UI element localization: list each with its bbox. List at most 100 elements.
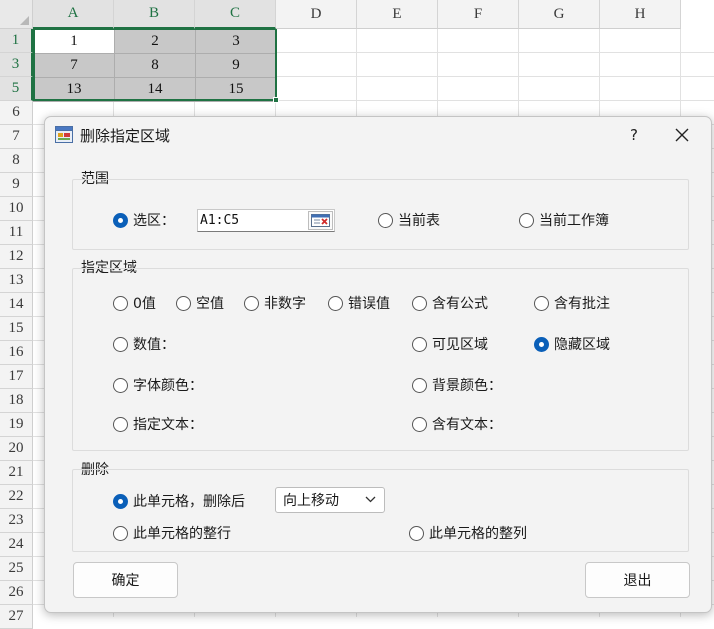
row-header[interactable]: 11 [0, 221, 33, 245]
radio-dot [412, 336, 427, 352]
row-header[interactable]: 26 [0, 581, 33, 605]
close-button[interactable] [659, 119, 705, 151]
radio-empty-value[interactable]: 空值 [176, 293, 224, 313]
column-header[interactable]: F [438, 0, 519, 29]
radio-label: 此单元格，删除后 [133, 494, 245, 510]
row-header[interactable]: 8 [0, 149, 33, 173]
radio-bg-color[interactable]: 背景颜色： [412, 375, 502, 395]
row-header[interactable]: 5 [0, 77, 33, 101]
radio-delete-entire-row[interactable]: 此单元格的整行 [113, 523, 231, 543]
radio-label: 0值 [133, 296, 156, 312]
range-picker-button[interactable] [308, 211, 333, 230]
row-header[interactable]: 24 [0, 533, 33, 557]
cell-a3[interactable]: 7 [33, 53, 115, 78]
chevron-down-icon [365, 496, 376, 503]
radio-dot [113, 212, 128, 228]
column-header[interactable]: E [357, 0, 438, 29]
radio-specified-text[interactable]: 指定文本： [113, 414, 203, 434]
column-header[interactable]: B [114, 0, 195, 29]
row-header[interactable]: 20 [0, 437, 33, 461]
column-header[interactable]: D [276, 0, 357, 29]
radio-delete-cell[interactable]: 此单元格，删除后 [113, 491, 245, 511]
cell-a1[interactable]: 1 [33, 29, 115, 54]
shift-direction-select[interactable]: 向上移动 [275, 487, 385, 513]
radio-label: 隐藏区域 [554, 337, 610, 353]
row-headers: 1 3 5 6 7 8 9 10 11 12 13 14 15 16 17 18… [0, 29, 33, 629]
row-header[interactable]: 18 [0, 389, 33, 413]
cell-c5[interactable]: 15 [195, 77, 277, 102]
row-header[interactable]: 16 [0, 341, 33, 365]
radio-delete-entire-column[interactable]: 此单元格的整列 [409, 523, 527, 543]
cell-b5[interactable]: 14 [114, 77, 196, 102]
radio-dot [412, 295, 427, 311]
help-button[interactable]: ? [611, 119, 657, 151]
radio-font-color[interactable]: 字体颜色： [113, 375, 203, 395]
radio-contains-text[interactable]: 含有文本： [412, 414, 502, 434]
radio-label: 指定文本： [133, 417, 203, 433]
row-header[interactable]: 19 [0, 413, 33, 437]
radio-label: 此单元格的整行 [133, 526, 231, 542]
ok-button[interactable]: 确定 [73, 562, 178, 598]
data-range[interactable]: 1 2 3 7 8 9 13 14 15 [33, 29, 277, 102]
radio-visible-area[interactable]: 可见区域 [412, 334, 488, 354]
row-header[interactable]: 7 [0, 125, 33, 149]
row-header[interactable]: 21 [0, 461, 33, 485]
radio-zero-value[interactable]: 0值 [113, 293, 156, 313]
radio-error-value[interactable]: 错误值 [328, 293, 390, 313]
radio-label: 含有批注 [554, 296, 610, 312]
cell-b1[interactable]: 2 [114, 29, 196, 54]
select-all-corner[interactable] [0, 0, 33, 29]
row-header[interactable]: 3 [0, 53, 33, 77]
cell-c3[interactable]: 9 [195, 53, 277, 78]
row-header[interactable]: 25 [0, 557, 33, 581]
row-header[interactable]: 13 [0, 269, 33, 293]
range-input[interactable] [198, 210, 306, 231]
radio-dot [378, 212, 393, 228]
radio-label: 含有文本： [432, 417, 502, 433]
radio-dot [113, 525, 128, 541]
fill-handle[interactable] [273, 97, 279, 103]
radio-label: 选区： [133, 213, 175, 229]
row-header[interactable]: 9 [0, 173, 33, 197]
row-header[interactable]: 14 [0, 293, 33, 317]
close-icon [675, 128, 689, 142]
row-header[interactable]: 17 [0, 365, 33, 389]
radio-dot [534, 295, 549, 311]
delete-range-dialog: 删除指定区域 ? 范围 选区： 当前表 当前工作簿 指定 [44, 116, 712, 613]
radio-non-numeric[interactable]: 非数字 [244, 293, 306, 313]
radio-label: 数值： [133, 337, 175, 353]
column-header[interactable]: H [600, 0, 681, 29]
radio-dot [328, 295, 343, 311]
exit-button[interactable]: 退出 [585, 562, 690, 598]
radio-selection[interactable]: 选区： [113, 210, 175, 230]
row-header[interactable]: 10 [0, 197, 33, 221]
radio-number[interactable]: 数值： [113, 334, 175, 354]
row-header[interactable]: 27 [0, 605, 33, 629]
dialog-titlebar[interactable]: 删除指定区域 ? [45, 117, 711, 153]
select-value: 向上移动 [283, 493, 339, 509]
row-header[interactable]: 1 [0, 29, 33, 53]
radio-label: 背景颜色： [432, 378, 502, 394]
row-header[interactable]: 23 [0, 509, 33, 533]
cell-a5[interactable]: 13 [33, 77, 115, 102]
radio-current-sheet[interactable]: 当前表 [378, 210, 440, 230]
radio-label: 可见区域 [432, 337, 488, 353]
radio-hidden-area[interactable]: 隐藏区域 [534, 334, 610, 354]
cell-b3[interactable]: 8 [114, 53, 196, 78]
radio-has-comment[interactable]: 含有批注 [534, 293, 610, 313]
row-header[interactable]: 15 [0, 317, 33, 341]
radio-has-formula[interactable]: 含有公式 [412, 293, 488, 313]
column-header[interactable]: G [519, 0, 600, 29]
radio-label: 此单元格的整列 [429, 526, 527, 542]
row-header[interactable]: 22 [0, 485, 33, 509]
row-header[interactable]: 12 [0, 245, 33, 269]
column-header[interactable]: A [33, 0, 114, 29]
radio-current-workbook[interactable]: 当前工作簿 [519, 210, 609, 230]
cell-c1[interactable]: 3 [195, 29, 277, 54]
radio-dot [113, 493, 128, 509]
column-header[interactable]: C [195, 0, 276, 29]
radio-label: 空值 [196, 296, 224, 312]
row-header[interactable]: 6 [0, 101, 33, 125]
radio-label: 非数字 [264, 296, 306, 312]
range-field[interactable] [197, 209, 335, 232]
